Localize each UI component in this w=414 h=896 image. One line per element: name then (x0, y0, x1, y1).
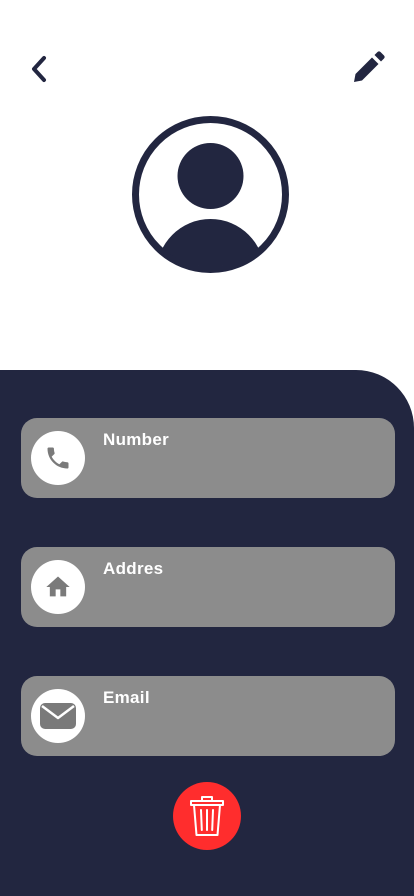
number-label: Number (103, 430, 170, 449)
mail-icon-circle (31, 689, 85, 743)
email-field[interactable]: Email (21, 676, 395, 756)
address-label: Addres (103, 559, 164, 578)
chevron-left-icon (32, 56, 46, 82)
phone-icon-circle (31, 431, 85, 485)
number-field[interactable]: Number (21, 418, 395, 498)
user-avatar-icon (132, 116, 289, 273)
home-icon-circle (31, 560, 85, 614)
back-button[interactable] (22, 52, 56, 86)
phone-icon (47, 447, 69, 469)
home-icon (46, 576, 70, 597)
mail-icon (40, 703, 76, 729)
address-field[interactable]: Addres (21, 547, 395, 627)
profile-avatar (131, 115, 290, 274)
delete-button[interactable] (173, 782, 241, 850)
trash-icon (190, 796, 224, 836)
email-label: Email (103, 688, 150, 707)
pencil-icon (354, 51, 385, 82)
edit-button[interactable] (348, 48, 388, 88)
